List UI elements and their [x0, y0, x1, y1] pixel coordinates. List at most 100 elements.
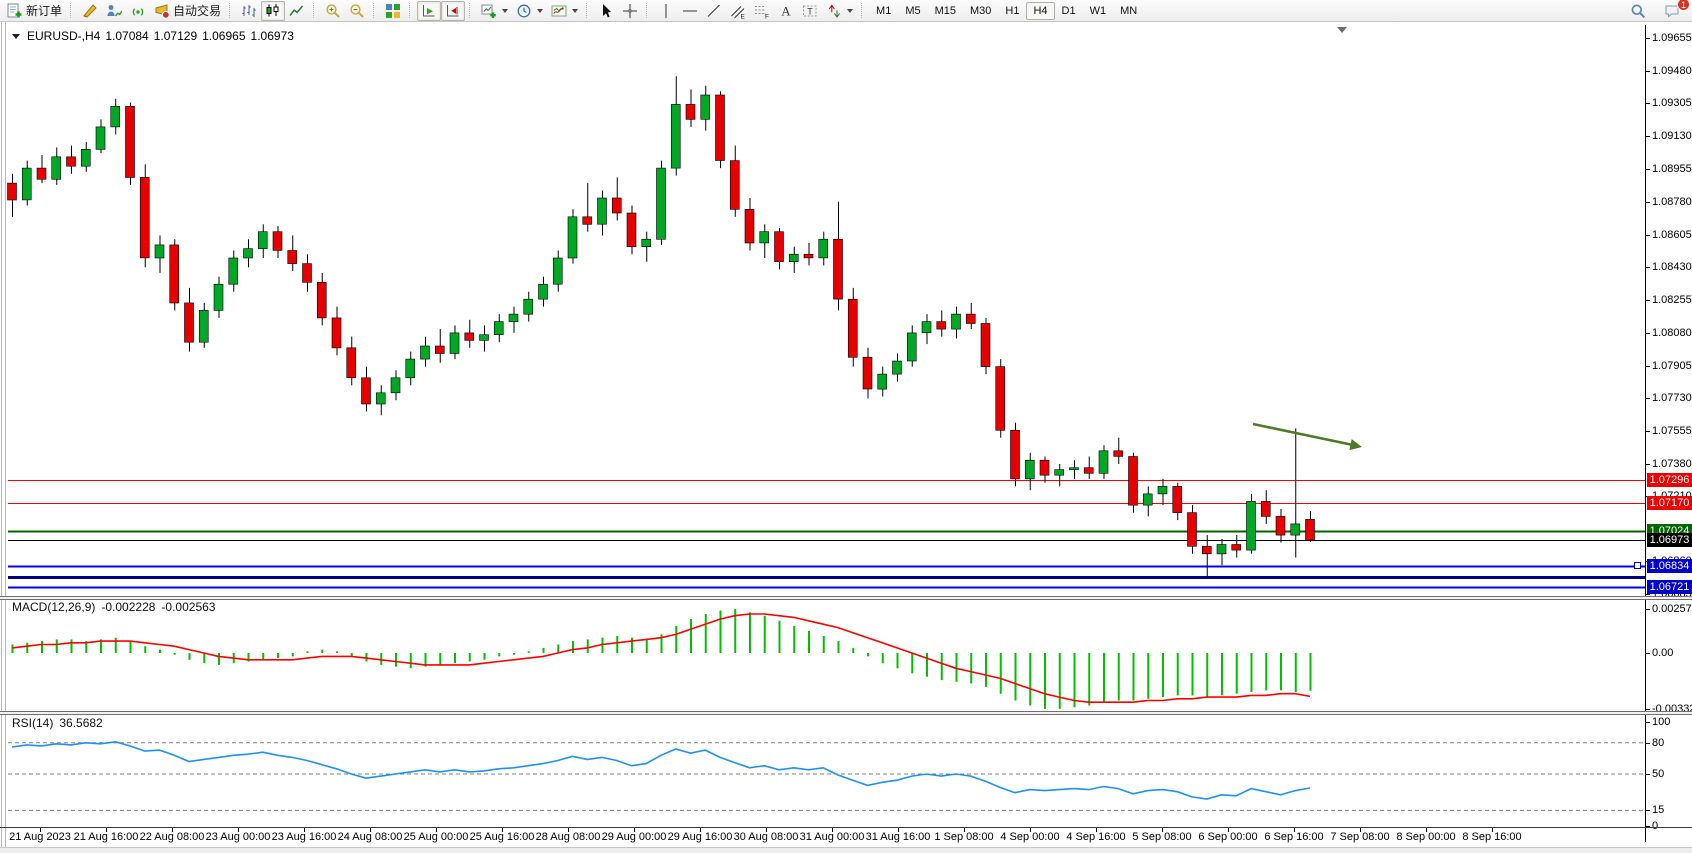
candle — [214, 277, 223, 318]
time-tick — [766, 828, 767, 832]
candle — [258, 224, 267, 258]
candle — [1232, 535, 1241, 558]
text-button[interactable]: A — [774, 1, 798, 21]
time-axis-line[interactable] — [0, 827, 1692, 828]
candle — [126, 103, 135, 185]
market-button[interactable] — [102, 1, 126, 21]
candle — [155, 236, 164, 273]
signals-button[interactable] — [126, 1, 150, 21]
price-tick — [1645, 267, 1650, 268]
timeframe-h4[interactable]: H4 — [1026, 2, 1054, 20]
candle — [996, 359, 1005, 438]
time-tick — [1096, 828, 1097, 832]
fibonacci-button[interactable]: F — [750, 1, 774, 21]
macd-pane-canvas[interactable] — [0, 600, 1645, 711]
rsi-pane-canvas[interactable] — [0, 715, 1645, 827]
pane-separator[interactable] — [0, 711, 1692, 715]
timeframe-d1[interactable]: D1 — [1055, 2, 1083, 20]
svg-text:E: E — [741, 13, 746, 19]
candle — [1040, 457, 1049, 483]
bar-chart-button[interactable] — [237, 1, 261, 21]
zoom-out-button[interactable] — [345, 1, 369, 21]
chevron-down-icon[interactable] — [502, 9, 508, 13]
fibonacci-icon: F — [754, 3, 770, 19]
time-tick-label: 4 Sep 00:00 — [1000, 831, 1059, 843]
candle — [1202, 535, 1211, 578]
timeframe-m1[interactable]: M1 — [869, 2, 898, 20]
timeframe-h1[interactable]: H1 — [998, 2, 1026, 20]
price-chart-canvas[interactable] — [0, 25, 1645, 596]
line-chart-button[interactable] — [285, 1, 309, 21]
price-tick — [1645, 300, 1650, 301]
tile-windows-button[interactable] — [381, 1, 405, 21]
candle — [332, 307, 341, 356]
line-handle[interactable] — [1634, 562, 1641, 569]
chart-shift-button[interactable] — [441, 1, 465, 21]
chevron-down-icon[interactable] — [537, 9, 543, 13]
notifications-button[interactable]: 1 — [1660, 1, 1684, 21]
candle — [716, 91, 725, 168]
candle — [8, 174, 17, 217]
auto-scroll-button[interactable] — [417, 1, 441, 21]
crosshair-button[interactable] — [618, 1, 642, 21]
cursor-button[interactable] — [594, 1, 618, 21]
arrows-button[interactable] — [822, 1, 857, 21]
horizontal-line-button[interactable] — [678, 1, 702, 21]
candle — [612, 177, 621, 220]
channel-button[interactable]: E — [726, 1, 750, 21]
new-order-button[interactable]: 新订单 — [3, 1, 66, 21]
candle — [288, 236, 297, 272]
candle — [568, 209, 577, 263]
horizontal-line-icon — [682, 3, 698, 19]
chevron-down-icon[interactable] — [847, 9, 853, 13]
timeframe-m30[interactable]: M30 — [963, 2, 998, 20]
chart-shift-marker[interactable] — [1337, 27, 1347, 33]
timeframe-group: M1M5M15M30H1H4D1W1MN — [869, 0, 1144, 22]
trendline-icon — [706, 3, 722, 19]
line-price-tag: 1.07296 — [1647, 473, 1692, 487]
new-chart-button[interactable] — [477, 1, 512, 21]
notification-badge: 1 — [1677, 0, 1690, 11]
rsi-tick-label: 15 — [1652, 804, 1664, 816]
autotrading-button[interactable]: 自动交易 — [150, 1, 225, 21]
timeframe-w1[interactable]: W1 — [1083, 2, 1114, 20]
vertical-line-button[interactable] — [654, 1, 678, 21]
candle — [745, 198, 754, 251]
price-tick — [1645, 136, 1650, 137]
candle — [937, 310, 946, 336]
price-axis-line[interactable] — [1645, 25, 1646, 842]
timeframe-mn[interactable]: MN — [1113, 2, 1144, 20]
candle — [1188, 505, 1197, 554]
rsi-tick-label: 0 — [1652, 820, 1658, 832]
time-tick-label: 8 Sep 00:00 — [1396, 831, 1455, 843]
candle — [730, 146, 739, 217]
timeframe-m15[interactable]: M15 — [928, 2, 963, 20]
templates-button[interactable] — [547, 1, 582, 21]
candlestick-chart-button[interactable] — [261, 1, 285, 21]
autotrading-icon — [154, 3, 170, 19]
rsi-tick-label: 100 — [1652, 716, 1670, 728]
candle — [627, 206, 636, 255]
arrow-annotation[interactable] — [1253, 424, 1362, 450]
timeframe-m5[interactable]: M5 — [898, 2, 927, 20]
search-button[interactable] — [1626, 1, 1650, 21]
chart-menu-icon[interactable] — [12, 34, 20, 39]
price-tick — [1645, 71, 1650, 72]
trendline-button[interactable] — [702, 1, 726, 21]
new-order-button-label: 新订单 — [26, 2, 62, 19]
pane-separator[interactable] — [0, 596, 1692, 600]
metaeditor-button[interactable] — [78, 1, 102, 21]
candle — [391, 370, 400, 400]
macd-histogram — [13, 609, 1311, 709]
toolbar-group — [594, 0, 642, 22]
price-tick-label: 1.07905 — [1652, 360, 1692, 372]
candle — [140, 164, 149, 267]
candle — [834, 202, 843, 311]
zoom-in-button[interactable] — [321, 1, 345, 21]
toolbar-separator — [313, 3, 317, 18]
toolbar-separator — [469, 3, 473, 18]
chevron-down-icon[interactable] — [572, 9, 578, 13]
candle — [450, 325, 459, 359]
label-button[interactable]: T — [798, 1, 822, 21]
periods-button[interactable] — [512, 1, 547, 21]
